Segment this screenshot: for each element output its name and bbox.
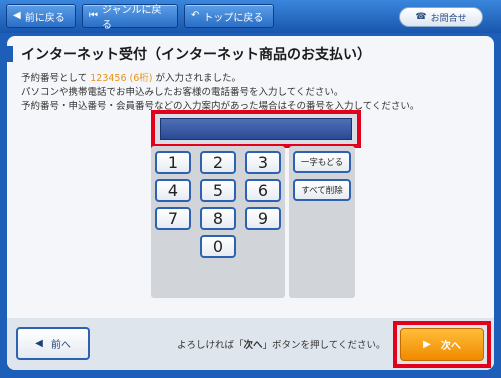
reservation-number: 123456 (90, 73, 127, 84)
phone-number-display[interactable] (160, 118, 352, 140)
phone-number-display-frame (151, 110, 361, 148)
key-2[interactable]: 2 (200, 151, 236, 174)
key-3[interactable]: 3 (245, 151, 281, 174)
confirm-prefix: よろしければ「 (177, 340, 244, 351)
double-arrow-left-icon: ⏮ (89, 10, 98, 21)
previous-button[interactable]: ◀ 前へ (16, 327, 90, 360)
numeric-keypad: 1 2 3 4 5 6 7 8 9 0 (151, 146, 285, 298)
key-4[interactable]: 4 (155, 179, 191, 202)
footer-bar: ◀ 前へ よろしければ「次へ」ボタンを押してください。 ▶ 次へ (7, 318, 494, 370)
confirm-instruction: よろしければ「次へ」ボタンを押してください。 (177, 337, 385, 351)
next-button-highlight: ▶ 次へ (393, 321, 491, 368)
confirm-suffix: 」ボタンを押してください。 (262, 340, 386, 351)
key-9[interactable]: 9 (245, 207, 281, 230)
key-1[interactable]: 1 (155, 151, 191, 174)
triangle-right-icon: ▶ (423, 339, 431, 350)
triangle-left-icon: ◀ (35, 338, 43, 349)
reservation-digits: (6桁) (129, 73, 153, 84)
return-arrow-icon: ↶ (191, 10, 200, 21)
page-title: インターネット受付（インターネット商品のお支払い） (21, 47, 371, 63)
key-6[interactable]: 6 (245, 179, 281, 202)
edit-keypad: 一字もどる すべて削除 (289, 146, 355, 298)
back-button[interactable]: ◀ 前に戻る (6, 4, 76, 28)
key-5[interactable]: 5 (200, 179, 236, 202)
phone-icon: ☎ (415, 12, 427, 22)
instruction-line-2: パソコンや携帯電話でお申込みしたお客様の電話番号を入力してください。 (21, 87, 344, 98)
confirm-emphasis: 次へ (243, 340, 263, 351)
inquiry-button[interactable]: ☎ お問合せ (399, 7, 483, 27)
key-8[interactable]: 8 (200, 207, 236, 230)
arrow-left-icon: ◀ (13, 10, 21, 21)
genre-back-button[interactable]: ⏮ ジャンルに戻る (82, 4, 178, 31)
next-button[interactable]: ▶ 次へ (400, 328, 484, 361)
top-return-button-label: トップに戻る (203, 12, 264, 24)
line1-prefix: 予約番号として (21, 73, 88, 84)
previous-button-label: 前へ (50, 340, 71, 351)
top-navigation-bar: ◀ 前に戻る ⏮ ジャンルに戻る ↶ トップに戻る ☎ お問合せ (0, 0, 501, 33)
title-accent-bar (7, 46, 13, 62)
inquiry-button-label: お問合せ (430, 13, 467, 24)
genre-back-button-label: ジャンルに戻る (102, 5, 162, 31)
next-button-label: 次へ (440, 341, 461, 352)
clear-all-button[interactable]: すべて削除 (293, 179, 351, 201)
line1-suffix: が入力されました。 (155, 73, 242, 84)
backspace-button[interactable]: 一字もどる (293, 151, 351, 173)
top-return-button[interactable]: ↶ トップに戻る (184, 4, 274, 28)
key-7[interactable]: 7 (155, 207, 191, 230)
key-0[interactable]: 0 (200, 235, 236, 258)
instruction-line-1: 予約番号として 123456 (6桁) が入力されました。 (21, 70, 241, 84)
back-button-label: 前に戻る (24, 12, 65, 24)
